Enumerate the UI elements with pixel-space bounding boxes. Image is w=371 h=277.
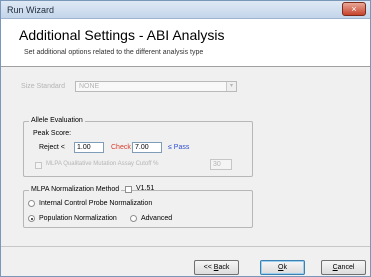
title-bar: Run Wizard ×: [1, 1, 370, 19]
advanced-radio[interactable]: [130, 215, 137, 222]
size-standard-label: Size Standard: [21, 83, 65, 90]
v151-label: V1.51: [136, 185, 155, 192]
internal-control-radio[interactable]: [28, 200, 35, 207]
pass-threshold-input[interactable]: 7.00: [132, 142, 162, 153]
internal-control-label: Internal Control Probe Normalization: [39, 200, 153, 207]
header-panel: Additional Settings - ABI Analysis Set a…: [1, 19, 370, 67]
allele-evaluation-title: Allele Evaluation: [29, 117, 85, 124]
page-title: Additional Settings - ABI Analysis: [19, 27, 225, 43]
back-prefix: <<: [203, 264, 214, 271]
close-button[interactable]: ×: [342, 2, 366, 16]
size-standard-select[interactable]: NONE ▾: [75, 81, 237, 92]
chevron-down-icon[interactable]: ▾: [226, 82, 236, 91]
mutation-cutoff-input[interactable]: 30: [210, 159, 232, 170]
mlpa-normalization-group: MLPA Normalization Method: [23, 186, 253, 228]
window-title: Run Wizard: [7, 5, 55, 15]
size-standard-value: NONE: [79, 83, 100, 90]
back-text: ack: [218, 264, 230, 271]
population-normalization-radio[interactable]: [28, 215, 35, 222]
reject-label: Reject <: [39, 144, 65, 151]
mutation-assay-label: MLPA Qualitative Mutation Assay Cutoff %: [46, 161, 159, 167]
reject-threshold-input[interactable]: 1.00: [74, 142, 104, 153]
v151-checkbox[interactable]: [125, 186, 132, 193]
cancel-button[interactable]: Cancel: [321, 260, 366, 275]
pass-label: ≤ Pass: [168, 144, 190, 151]
close-icon: ×: [351, 4, 357, 14]
mutation-assay-checkbox[interactable]: [35, 162, 42, 169]
run-wizard-window: Run Wizard × Additional Settings - ABI A…: [0, 0, 371, 277]
footer-divider: [1, 246, 370, 247]
ok-text: k: [283, 264, 287, 271]
ok-button[interactable]: Ok: [260, 260, 305, 275]
peak-score-label: Peak Score:: [33, 130, 72, 137]
population-normalization-label: Population Normalization: [39, 215, 117, 222]
page-subtitle: Set additional options related to the di…: [24, 49, 204, 56]
back-button[interactable]: << Back: [194, 260, 239, 275]
cancel-text: ancel: [337, 264, 355, 271]
mlpa-normalization-title: MLPA Normalization Method: [29, 186, 122, 193]
advanced-label: Advanced: [141, 215, 173, 222]
check-label: Check: [111, 144, 131, 151]
